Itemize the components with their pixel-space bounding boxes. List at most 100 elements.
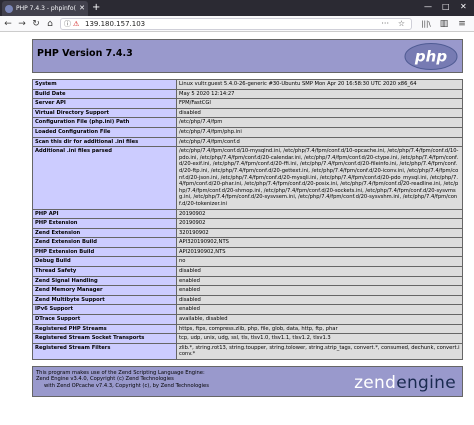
table-row: Zend Extension 320190902 xyxy=(32,227,463,239)
maximize-icon[interactable]: □ xyxy=(442,1,450,13)
row-label: Configuration File (php.ini) Path xyxy=(32,117,177,128)
row-value: /etc/php/7.4/fpm/conf.d/10-mysqlnd.ini, … xyxy=(176,146,463,210)
row-label: Scan this dir for additional .ini files xyxy=(32,136,177,148)
table-row: Registered Stream Socket Transports tcp, … xyxy=(32,333,463,344)
close-tab-icon[interactable]: ✕ xyxy=(79,5,85,12)
table-row: Additional .ini files parsed/etc/php/7.4… xyxy=(32,146,463,210)
reload-icon[interactable]: ↻ xyxy=(30,18,42,30)
table-row: PHP API 20190902 xyxy=(32,208,463,220)
page-content: PHP Version 7.4.3 php System Linux vultr.… xyxy=(0,33,474,425)
zend-engine-logo-icon[interactable]: zend engine xyxy=(354,373,456,393)
zend-logo-word: zend xyxy=(354,373,397,393)
table-row: Scan this dir for additional .ini files /… xyxy=(32,136,463,148)
phpinfo-container: PHP Version 7.4.3 php System Linux vultr.… xyxy=(32,39,463,397)
tab-title: PHP 7.4.3 - phpinfo() xyxy=(16,5,77,12)
row-label: Registered PHP Streams xyxy=(32,323,177,335)
browser-navbar: ← → ↻ ⌂ ⓘ ⚠ 139.180.157.103 ··· ☆ |||\ ▥… xyxy=(0,16,474,32)
row-value: enabled xyxy=(176,285,463,296)
forward-icon[interactable]: → xyxy=(16,18,28,30)
table-row: Build Date May 5 2020 12:14:27 xyxy=(32,88,463,100)
table-row: Configuration File (php.ini) Path/etc/ph… xyxy=(32,117,463,128)
table-row: IPv6 Support enabled xyxy=(32,304,463,316)
table-row: Zend Signal Handling enabled xyxy=(32,275,463,287)
row-label: Server API xyxy=(32,98,177,109)
browser-titlebar: PHP 7.4.3 - phpinfo() ✕ + — □ ✕ xyxy=(0,0,474,16)
info-table: System Linux vultr.guest 5.4.0-26-generic… xyxy=(32,79,463,361)
url-text[interactable]: 139.180.157.103 xyxy=(85,20,145,29)
table-row: DTrace Support available, disabled xyxy=(32,314,463,325)
row-label: Debug Build xyxy=(32,256,177,268)
row-value: API320190902,NTS xyxy=(176,237,463,248)
php-logo-icon[interactable]: php xyxy=(404,43,458,70)
table-row: Zend Extension Build API320190902,NTS xyxy=(32,237,463,248)
row-value: https, ftps, compress.zlib, php, file, g… xyxy=(176,323,463,335)
table-row: Thread Safety disabled xyxy=(32,266,463,277)
table-row: Zend Multibyte Support disabled xyxy=(32,294,463,306)
row-label: Additional .ini files parsed xyxy=(32,146,177,210)
row-value: 20190902 xyxy=(176,208,463,220)
table-row: System Linux vultr.guest 5.4.0-26-generic… xyxy=(32,79,463,90)
row-label: Thread Safety xyxy=(32,266,177,277)
table-row: Virtual Directory Support disabled xyxy=(32,107,463,119)
table-row: Debug Build no xyxy=(32,256,463,268)
row-label: Zend Signal Handling xyxy=(32,275,177,287)
bookmark-star-icon[interactable]: ☆ xyxy=(398,19,405,29)
row-label: Build Date xyxy=(32,88,177,100)
row-value: enabled xyxy=(176,304,463,316)
row-value: 320190902 xyxy=(176,227,463,239)
table-row: Zend Memory Manager enabled xyxy=(32,285,463,296)
row-label: Virtual Directory Support xyxy=(32,107,177,119)
row-label: PHP API xyxy=(32,208,177,220)
home-icon[interactable]: ⌂ xyxy=(44,18,56,30)
zend-footer: This program makes use of the Zend Scrip… xyxy=(32,366,463,397)
row-value: May 5 2020 12:14:27 xyxy=(176,88,463,100)
row-value: Linux vultr.guest 5.4.0-26-generic #30-U… xyxy=(176,79,463,90)
row-value: disabled xyxy=(176,294,463,306)
row-label: System xyxy=(32,79,177,90)
row-value: disabled xyxy=(176,107,463,119)
row-value: zlib.*, string.rot13, string.toupper, st… xyxy=(176,342,463,361)
row-label: Registered Stream Filters xyxy=(32,342,177,361)
info-icon[interactable]: ⓘ xyxy=(64,20,71,29)
table-row: Registered PHP Streams https, ftps, compr… xyxy=(32,323,463,335)
minimize-icon[interactable]: — xyxy=(424,1,432,13)
php-version-header: PHP Version 7.4.3 php xyxy=(32,39,463,73)
row-value: tcp, udp, unix, udg, ssl, tls, tlsv1.0, … xyxy=(176,333,463,344)
sidebar-icon[interactable]: ▥ xyxy=(438,18,450,30)
row-value: 20190902 xyxy=(176,218,463,229)
table-row: Registered Stream Filters zlib.*, string.… xyxy=(32,342,463,361)
library-icon[interactable]: |||\ xyxy=(420,18,432,30)
page-actions-icon[interactable]: ··· xyxy=(381,19,389,29)
page-title: PHP Version 7.4.3 xyxy=(37,48,133,59)
row-label: Zend Memory Manager xyxy=(32,285,177,296)
back-icon[interactable]: ← xyxy=(2,18,14,30)
zend-credits: This program makes use of the Zend Scrip… xyxy=(36,370,209,389)
php-logo-text: php xyxy=(414,48,447,66)
row-value: FPM/FastCGI xyxy=(176,98,463,109)
table-row: PHP Extension 20190902 xyxy=(32,218,463,229)
row-value: /etc/php/7.4/fpm/php.ini xyxy=(176,126,463,138)
row-label: Zend Extension Build xyxy=(32,237,177,248)
row-label: IPv6 Support xyxy=(32,304,177,316)
menu-icon[interactable]: ≡ xyxy=(456,18,468,30)
close-window-icon[interactable]: ✕ xyxy=(460,1,467,13)
row-label: Loaded Configuration File xyxy=(32,126,177,138)
row-label: Zend Multibyte Support xyxy=(32,294,177,306)
table-row: Server API FPM/FastCGI xyxy=(32,98,463,109)
row-label: PHP Extension xyxy=(32,218,177,229)
browser-tab[interactable]: PHP 7.4.3 - phpinfo() ✕ xyxy=(2,1,88,16)
row-label: Zend Extension xyxy=(32,227,177,239)
engine-logo-word: engine xyxy=(396,373,456,393)
row-value: available, disabled xyxy=(176,314,463,325)
row-value: /etc/php/7.4/fpm/conf.d xyxy=(176,136,463,148)
new-tab-button[interactable]: + xyxy=(92,2,100,14)
row-value: no xyxy=(176,256,463,268)
row-value: API20190902,NTS xyxy=(176,246,463,258)
row-label: DTrace Support xyxy=(32,314,177,325)
url-bar[interactable]: ⓘ ⚠ 139.180.157.103 ··· ☆ xyxy=(60,18,412,30)
row-value: enabled xyxy=(176,275,463,287)
table-row: Loaded Configuration File/etc/php/7.4/fp… xyxy=(32,126,463,138)
row-label: Registered Stream Socket Transports xyxy=(32,333,177,344)
insecure-lock-icon[interactable]: ⚠ xyxy=(73,20,79,29)
table-row: PHP Extension Build API20190902,NTS xyxy=(32,246,463,258)
